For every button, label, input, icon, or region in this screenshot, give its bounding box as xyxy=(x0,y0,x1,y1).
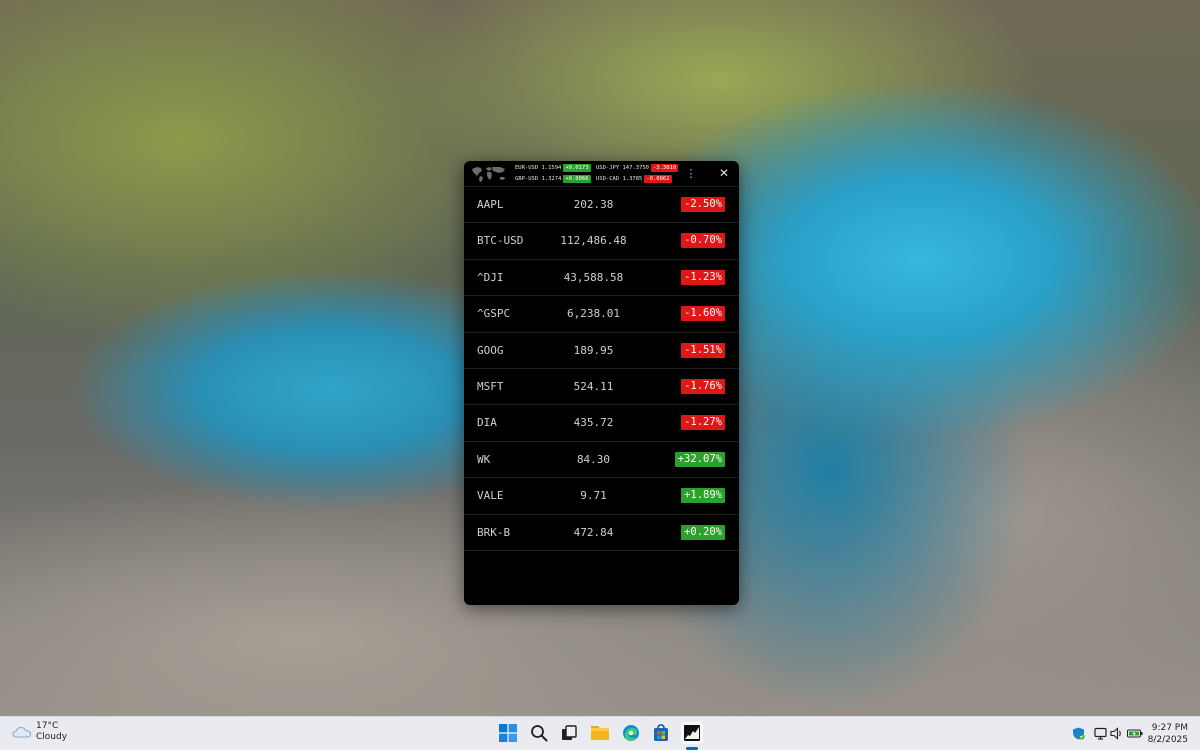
ticker-row-goog[interactable]: GOOG 189.95 -1.51% xyxy=(464,333,739,369)
fx-rate: 1.3274 xyxy=(541,176,562,182)
weather-condition: Cloudy xyxy=(36,732,68,742)
search-button[interactable] xyxy=(528,722,550,744)
weather-temp: 17°C xyxy=(36,721,59,731)
fx-gbp-usd: GBP-USD 1.3274 +0.0066 xyxy=(515,175,591,183)
microsoft-store-button[interactable] xyxy=(650,722,672,744)
fx-change: +0.0173 xyxy=(563,164,591,172)
ticker-change-badge: -0.70% xyxy=(681,233,725,249)
ticker-symbol: BTC-USD xyxy=(477,234,524,248)
ticker-change-badge: -2.50% xyxy=(681,197,725,212)
ticker-row-btc-usd[interactable]: BTC-USD 112,486.48 -0.70% xyxy=(464,223,739,260)
fx-rate: 1.3785 xyxy=(622,176,643,182)
task-view-icon xyxy=(562,725,577,740)
fx-usd-cad: USD-CAD 1.3785 -0.0062 xyxy=(596,175,672,183)
stock-chart-icon xyxy=(684,725,700,741)
edge-icon xyxy=(623,725,639,741)
ticker-row-gspc[interactable]: ^GSPC 6,238.01 -1.60% xyxy=(464,296,739,333)
ticker-price: 472.84 xyxy=(573,525,614,539)
folder-icon xyxy=(591,726,609,740)
fx-pair: USD-JPY xyxy=(596,165,620,171)
battery-tray-button[interactable] xyxy=(1127,726,1143,740)
fx-change: -0.0062 xyxy=(644,175,672,183)
shield-icon xyxy=(1072,727,1084,739)
volume-tray-button[interactable] xyxy=(1109,726,1123,740)
ticker-price: 435.72 xyxy=(573,416,614,430)
ticker-symbol: VALE xyxy=(477,489,504,503)
ticker-change-badge: -1.76% xyxy=(681,378,725,394)
world-map-icon xyxy=(472,167,505,182)
start-button[interactable] xyxy=(497,722,519,744)
cloud-icon xyxy=(12,726,32,738)
weather-text: 17°C Cloudy xyxy=(36,721,67,743)
weather-widget[interactable]: 17°C Cloudy xyxy=(12,721,67,743)
close-icon[interactable]: ✕ xyxy=(717,166,731,181)
windows-logo-icon xyxy=(499,724,517,742)
fx-pair: EUR-USD xyxy=(515,165,539,171)
taskbar: 17°C Cloudy 9:27 PM 8/2/2025 xyxy=(0,716,1200,750)
ticker-price: 9.71 xyxy=(580,489,607,503)
ticker-price: 189.95 xyxy=(573,343,614,357)
fx-change: +0.0066 xyxy=(563,175,591,183)
speaker-icon xyxy=(1109,726,1121,740)
more-vertical-icon[interactable]: ⋮ xyxy=(685,166,697,181)
file-explorer-button[interactable] xyxy=(589,722,611,744)
fx-change: -3.3010 xyxy=(651,164,679,172)
system-clock[interactable]: 9:27 PM 8/2/2025 xyxy=(1148,722,1188,746)
search-icon xyxy=(531,725,548,742)
task-view-button[interactable] xyxy=(558,722,580,744)
network-tray-button[interactable] xyxy=(1093,726,1107,740)
stock-ticker-window[interactable]: EUR-USD 1.1594 +0.0173 USD-JPY 147.3750 -3… xyxy=(464,161,739,605)
store-icon xyxy=(654,724,668,741)
ticker-price: 43,588.58 xyxy=(563,270,624,284)
fx-eur-usd: EUR-USD 1.1594 +0.0173 xyxy=(515,164,591,172)
network-icon xyxy=(1093,727,1107,740)
stock-ticker-taskbar-button[interactable] xyxy=(681,722,703,744)
battery-charging-icon xyxy=(1127,729,1143,737)
ticker-change-badge: -1.51% xyxy=(681,342,725,358)
ticker-price: 84.30 xyxy=(576,452,611,466)
fx-rate: 1.1594 xyxy=(541,165,562,171)
ticker-change-badge: +32.07% xyxy=(674,451,725,467)
ticker-symbol: ^DJI xyxy=(477,270,504,284)
ticker-row-dia[interactable]: DIA 435.72 -1.27% xyxy=(464,405,739,442)
edge-browser-button[interactable] xyxy=(620,722,642,744)
ticker-row-aapl[interactable]: AAPL 202.38 -2.50% xyxy=(464,187,739,224)
ticker-change-badge: -1.23% xyxy=(681,269,725,285)
security-tray-button[interactable] xyxy=(1071,726,1085,740)
fx-pair: USD-CAD xyxy=(596,176,620,182)
ticker-row-wk[interactable]: WK 84.30 +32.07% xyxy=(464,442,739,479)
ticker-row-brk-b[interactable]: BRK-B 472.84 +0.20% xyxy=(464,515,739,551)
desktop-wallpaper: EUR-USD 1.1594 +0.0173 USD-JPY 147.3750 -3… xyxy=(0,0,1200,750)
fx-pair: GBP-USD xyxy=(515,176,539,182)
fx-rate: 147.3750 xyxy=(622,165,650,171)
ticker-header[interactable]: EUR-USD 1.1594 +0.0173 USD-JPY 147.3750 -3… xyxy=(464,161,739,187)
clock-time: 9:27 PM xyxy=(1151,723,1188,733)
ticker-symbol: AAPL xyxy=(477,198,504,211)
ticker-row-msft[interactable]: MSFT 524.11 -1.76% xyxy=(464,369,739,406)
ticker-price: 6,238.01 xyxy=(567,307,620,321)
ticker-change-badge: +0.20% xyxy=(681,524,725,540)
ticker-row-dji[interactable]: ^DJI 43,588.58 -1.23% xyxy=(464,260,739,297)
ticker-symbol: GOOG xyxy=(477,343,504,357)
clock-date: 8/2/2025 xyxy=(1147,735,1188,745)
ticker-change-badge: +1.89% xyxy=(681,488,725,504)
ticker-symbol: MSFT xyxy=(477,379,504,393)
ticker-symbol: BRK-B xyxy=(477,525,511,539)
ticker-change-badge: -1.60% xyxy=(681,306,725,322)
fx-usd-jpy: USD-JPY 147.3750 -3.3010 xyxy=(596,164,679,172)
ticker-change-badge: -1.27% xyxy=(681,415,725,431)
ticker-price: 112,486.48 xyxy=(560,234,627,248)
ticker-row-vale[interactable]: VALE 9.71 +1.89% xyxy=(464,478,739,515)
ticker-symbol: ^GSPC xyxy=(477,307,511,321)
ticker-symbol: WK xyxy=(477,452,491,466)
ticker-price: 202.38 xyxy=(573,198,614,211)
ticker-list: AAPL 202.38 -2.50% BTC-USD 112,486.48 -0… xyxy=(464,187,739,551)
ticker-price: 524.11 xyxy=(573,379,614,393)
ticker-symbol: DIA xyxy=(477,416,497,430)
